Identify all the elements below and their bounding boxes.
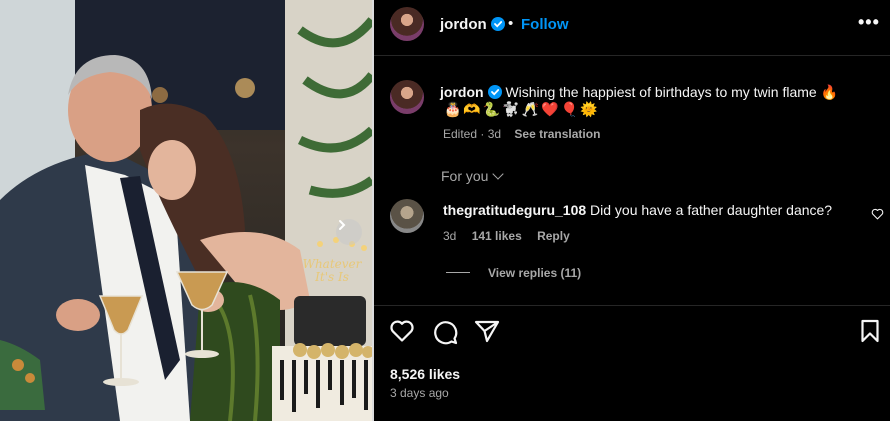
comment-body: Did you have a father daughter dance?	[590, 202, 833, 218]
replies-line	[446, 272, 470, 273]
caption-body: Wishing the happiest of birthdays to my …	[505, 84, 839, 100]
view-replies-button[interactable]: View replies (11)	[446, 266, 581, 280]
comment-sort-label: For you	[441, 168, 489, 184]
next-photo-button[interactable]	[336, 219, 362, 245]
comment-bubble-icon[interactable]	[432, 319, 458, 345]
comment-meta: 3d 141 likes Reply	[443, 229, 582, 243]
caption-meta: Edited · 3d See translation	[443, 127, 600, 141]
verified-badge-icon	[490, 17, 505, 31]
view-replies-label: View replies (11)	[488, 266, 582, 280]
chevron-down-icon	[492, 168, 505, 180]
edited-label: Edited · 3d	[443, 127, 502, 141]
post-detail-panel: jordon • Follow ••• jordon Wishing the h…	[374, 0, 890, 421]
verified-badge-icon	[487, 85, 502, 99]
comment-likes[interactable]: 141 likes	[472, 229, 522, 243]
commenter-avatar[interactable]	[390, 199, 424, 233]
author-avatar[interactable]	[390, 7, 424, 41]
author-username-text[interactable]: jordon	[440, 16, 487, 33]
heart-icon[interactable]	[389, 319, 415, 343]
comment-age: 3d	[443, 229, 457, 243]
post-photo[interactable]: Whatever It's Is	[0, 0, 372, 421]
post-photo-illustration	[0, 0, 372, 421]
actions-divider	[374, 305, 890, 306]
see-translation-link[interactable]: See translation	[514, 127, 600, 141]
commenter-username[interactable]: thegratitudeguru_108	[443, 202, 586, 218]
comment-like-heart-icon[interactable]	[871, 208, 884, 220]
caption-emoji-row: 🎂🫶🐍🐩🥂❤️🎈🌞	[444, 102, 600, 118]
post-timestamp: 3 days ago	[390, 386, 449, 400]
comment-sort-dropdown[interactable]: For you	[441, 168, 505, 184]
author-username[interactable]: jordon	[440, 16, 505, 33]
cake-topper-text: Whatever It's Is	[302, 257, 362, 284]
more-options-button[interactable]: •••	[858, 12, 880, 33]
paper-plane-icon[interactable]	[474, 319, 500, 343]
chevron-right-icon	[339, 220, 346, 230]
caption-username[interactable]: jordon	[440, 84, 484, 100]
separator-dot: •	[508, 15, 514, 32]
comment-text: thegratitudeguru_108 Did you have a fath…	[443, 202, 832, 218]
bookmark-icon[interactable]	[860, 319, 880, 343]
post-header: jordon • Follow •••	[374, 0, 890, 56]
reply-button[interactable]: Reply	[537, 229, 570, 243]
caption-text: jordon Wishing the happiest of birthdays…	[440, 83, 880, 101]
follow-button[interactable]: Follow	[521, 16, 569, 33]
likes-count[interactable]: 8,526 likes	[390, 366, 460, 382]
caption-author-avatar[interactable]	[390, 80, 424, 114]
